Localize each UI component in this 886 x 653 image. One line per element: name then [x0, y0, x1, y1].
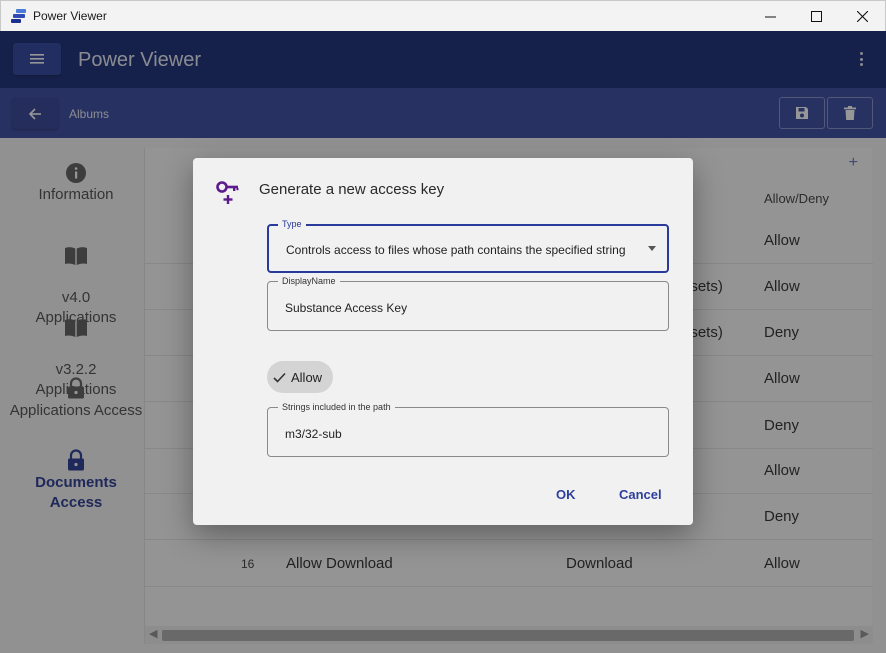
- type-value: Controls access to files whose path cont…: [286, 243, 626, 257]
- key-plus-icon: [216, 181, 239, 204]
- display-name-value: Substance Access Key: [285, 301, 408, 315]
- check-icon: [273, 372, 286, 383]
- display-name-field[interactable]: DisplayName Substance Access Key: [267, 275, 669, 331]
- path-strings-value: m3/32-sub: [285, 427, 342, 441]
- display-name-label: DisplayName: [278, 275, 340, 287]
- allow-toggle-chip[interactable]: Allow: [267, 361, 333, 393]
- ok-button[interactable]: OK: [556, 487, 576, 502]
- allow-chip-label: Allow: [291, 369, 323, 385]
- window-title: Power Viewer: [33, 9, 107, 23]
- generate-access-key-dialog: Generate a new access key Type Controls …: [193, 158, 693, 525]
- close-button[interactable]: [839, 1, 885, 32]
- maximize-icon: [810, 11, 822, 22]
- close-icon: [856, 11, 868, 22]
- cancel-button[interactable]: Cancel: [619, 487, 662, 502]
- app-logo-icon: [11, 8, 27, 24]
- dialog-title: Generate a new access key: [259, 181, 445, 198]
- type-select[interactable]: Type Controls access to files whose path…: [267, 218, 669, 273]
- type-label: Type: [278, 218, 306, 230]
- maximize-button[interactable]: [793, 1, 839, 32]
- minimize-button[interactable]: [747, 1, 793, 32]
- chevron-down-icon: [648, 246, 656, 251]
- minimize-icon: [764, 16, 776, 18]
- window-titlebar: Power Viewer: [0, 0, 886, 31]
- path-strings-field[interactable]: Strings included in the path m3/32-sub: [267, 401, 669, 457]
- path-strings-label: Strings included in the path: [278, 401, 395, 413]
